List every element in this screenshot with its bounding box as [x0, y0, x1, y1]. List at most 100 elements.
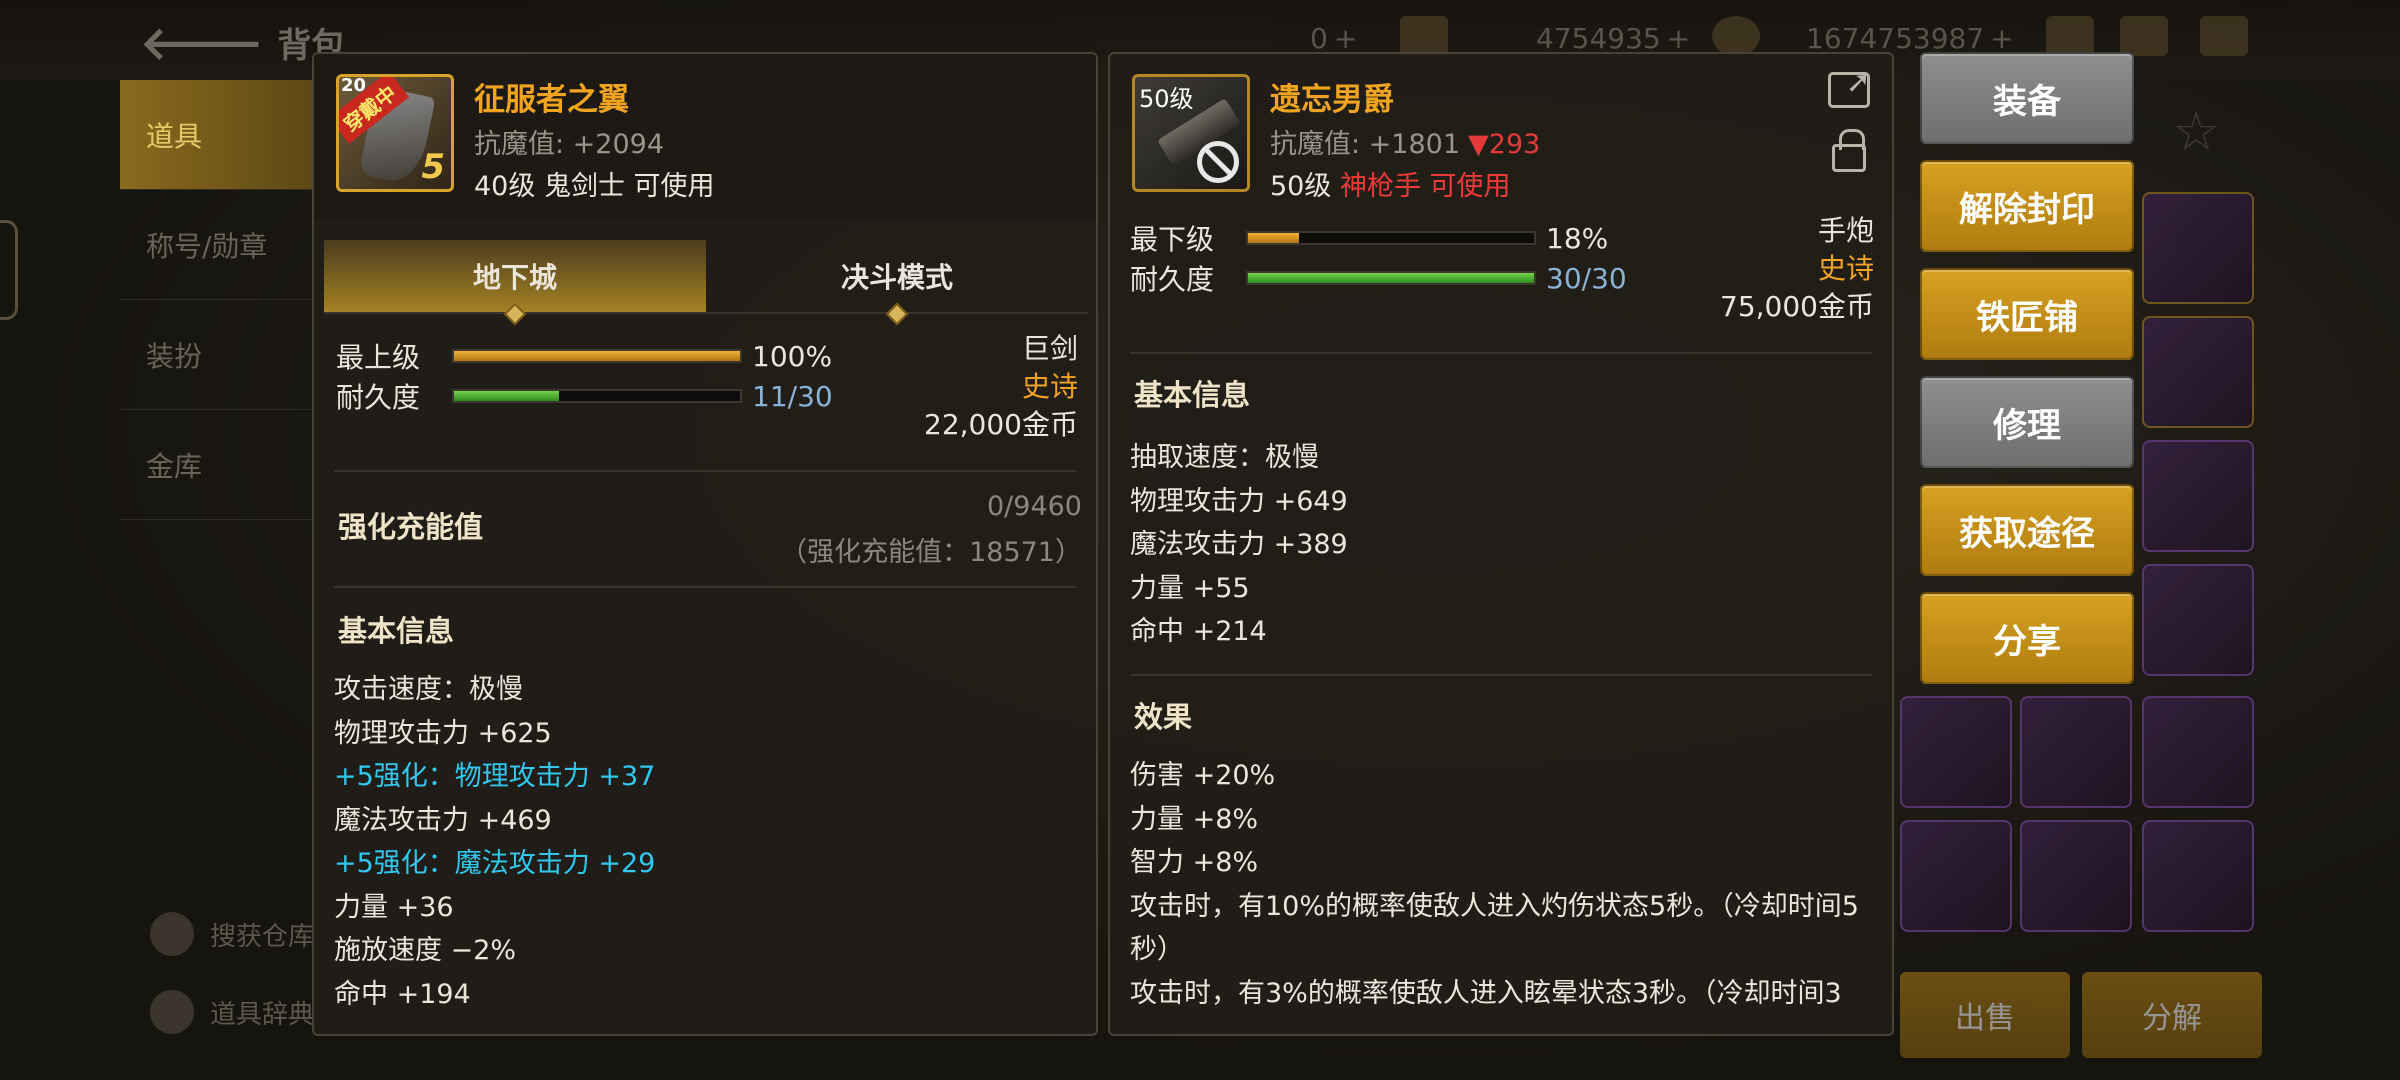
- usage-requirement: 50级 神枪手 可使用: [1270, 164, 1511, 203]
- favorite-star-icon[interactable]: ☆: [2172, 100, 2220, 163]
- tab-indicator-icon: [503, 302, 527, 326]
- currency-1-value: 0: [1310, 22, 1328, 55]
- storage-icon: [150, 912, 194, 956]
- charge-values: 0/9460 （强化充能值：18571）: [780, 484, 1082, 576]
- sell-button[interactable]: 出售: [1900, 972, 2070, 1058]
- durability-bar-fill: [454, 391, 559, 401]
- stat-line: 攻击速度：极慢: [334, 674, 523, 705]
- durability-bar: [452, 389, 742, 403]
- mail-icon[interactable]: [2120, 16, 2168, 56]
- item-type: 手炮: [1817, 214, 1874, 247]
- grade-row: 最上级 100%: [336, 336, 832, 376]
- anti-magic-value: 抗魔值: +2094: [474, 129, 665, 160]
- currency-1: 0 +: [1310, 22, 1358, 55]
- basic-info-list: 攻击速度：极慢 物理攻击力 +625 +5强化：物理攻击力 +37 魔法攻击力 …: [334, 668, 1082, 1016]
- shop-icon[interactable]: [2046, 16, 2094, 56]
- inventory-nav: 道具 称号/勋章 装扮 金库: [120, 80, 320, 520]
- item-rarity: 史诗: [1817, 252, 1874, 285]
- effect-line: 伤害 +20%: [1130, 760, 1276, 791]
- anti-magic-text: 抗魔值: +1801: [1270, 129, 1461, 160]
- inventory-slot[interactable]: [2142, 316, 2254, 428]
- inventory-slot[interactable]: [1900, 820, 2012, 932]
- currency-3-value: 1674753987: [1806, 22, 1985, 55]
- back-arrow-icon: 🡐: [140, 15, 264, 70]
- item-dictionary-label: 道具辞典: [210, 999, 315, 1030]
- tab-dungeon-label: 地下城: [472, 261, 557, 294]
- inventory-slot[interactable]: [1900, 696, 2012, 808]
- search-storage-link[interactable]: 搜获仓库: [150, 912, 314, 956]
- tab-pvp-label: 决斗模式: [840, 261, 953, 294]
- divider: [1130, 674, 1872, 676]
- item-rarity: 史诗: [1021, 370, 1078, 403]
- inventory-slot[interactable]: [2020, 820, 2132, 932]
- inventory-slot[interactable]: [2142, 440, 2254, 552]
- nav-avatar-tab[interactable]: 装扮: [120, 300, 320, 410]
- unusable-icon: [1197, 141, 1239, 183]
- tab-dungeon[interactable]: 地下城: [324, 240, 706, 326]
- item-dictionary-link[interactable]: 道具辞典: [150, 990, 314, 1034]
- stat-line: 力量 +55: [1130, 572, 1250, 604]
- grade-value: 100%: [752, 339, 833, 373]
- dictionary-icon: [150, 990, 194, 1034]
- grade-bar-fill: [1248, 233, 1300, 243]
- blacksmith-button[interactable]: 铁匠铺: [1920, 268, 2134, 360]
- stat-line: 抽取速度：极慢: [1130, 442, 1319, 473]
- nav-vault-tab[interactable]: 金库: [120, 410, 320, 520]
- inventory-slot[interactable]: [2020, 696, 2132, 808]
- compare-item-panel[interactable]: 50级 遗忘男爵 抗魔值: +1801▼293 50级 神枪手 可使用 最下级 …: [1108, 52, 1894, 1036]
- item-price: 22,000金币: [924, 408, 1078, 441]
- inventory-slot[interactable]: [2142, 192, 2254, 304]
- item-name: 征服者之翼: [474, 82, 629, 118]
- unseal-button[interactable]: 解除封印: [1920, 160, 2134, 252]
- icon-level: 20: [341, 75, 367, 96]
- gold-coin-icon: [1712, 16, 1760, 56]
- chat-icon[interactable]: [2200, 16, 2248, 56]
- equipped-item-panel: 穿戴中 20 5 征服者之翼 抗魔值: +2094 40级 鬼剑士 可使用 地下…: [312, 52, 1098, 1036]
- item-type: 巨剑: [1021, 332, 1078, 365]
- grade-bar: [1246, 231, 1536, 245]
- lock-icon[interactable]: [1832, 129, 1866, 172]
- icon-level: 50级: [1139, 85, 1194, 113]
- effect-title: 效果: [1134, 700, 1193, 734]
- item-header: 50级 遗忘男爵 抗魔值: +1801 ▼293 50级 神枪手 可使用: [1110, 54, 1892, 214]
- durability-row: 耐久度 11/30: [336, 376, 833, 416]
- req-class: 神枪手 可使用: [1339, 171, 1511, 202]
- stat-line: 命中 +194: [334, 978, 471, 1010]
- acquire-route-button[interactable]: 获取途径: [1920, 484, 2134, 576]
- currency-2-value: 4754935: [1536, 22, 1661, 55]
- currency-3: 1674753987 +: [1806, 22, 2014, 55]
- divider: [1130, 352, 1872, 354]
- grade-value: 18%: [1546, 221, 1609, 255]
- divider: [334, 470, 1076, 472]
- durability-row: 耐久度 30/30: [1130, 258, 1627, 298]
- share-button[interactable]: 分享: [1920, 592, 2134, 684]
- inventory-slot[interactable]: [2142, 696, 2254, 808]
- item-header: 穿戴中 20 5 征服者之翼 抗魔值: +2094 40级 鬼剑士 可使用: [314, 54, 1096, 220]
- anti-magic-delta: ▼293: [1468, 129, 1541, 160]
- basic-info-list: 抽取速度：极慢 物理攻击力 +649 魔法攻击力 +389 力量 +55 命中 …: [1130, 436, 1878, 654]
- nav-items-tab[interactable]: 道具: [120, 80, 320, 190]
- upgrade-stat-line: +5强化：物理攻击力 +37: [334, 761, 656, 792]
- item-price: 75,000金币: [1720, 290, 1874, 323]
- mode-tabs: 地下城 决斗模式: [324, 240, 1088, 326]
- hand-cannon-item-icon: 50级: [1132, 74, 1250, 192]
- disassemble-button[interactable]: 分解: [2082, 972, 2262, 1058]
- repair-button[interactable]: 修理: [1920, 376, 2134, 468]
- upgrade-level: 5: [421, 147, 445, 187]
- grade-bar: [452, 349, 742, 363]
- item-meta: 手炮 史诗 75,000金币: [1720, 212, 1874, 326]
- stat-line: 施放速度 −2%: [334, 935, 517, 966]
- share-icon[interactable]: [1828, 65, 1871, 108]
- durability-label: 耐久度: [1130, 263, 1215, 296]
- grade-bar-fill: [454, 351, 740, 361]
- equip-button[interactable]: 装备: [1920, 52, 2134, 144]
- inventory-slot[interactable]: [2142, 564, 2254, 676]
- inventory-slot[interactable]: [2142, 820, 2254, 932]
- stat-line: 物理攻击力 +625: [334, 717, 552, 749]
- side-drawer-handle[interactable]: [0, 220, 18, 320]
- tab-pvp[interactable]: 决斗模式: [706, 240, 1088, 326]
- nav-titles-tab[interactable]: 称号/勋章: [120, 190, 320, 300]
- basic-info-title: 基本信息: [338, 614, 455, 648]
- divider: [334, 586, 1076, 588]
- grade-label: 最下级: [1130, 223, 1215, 256]
